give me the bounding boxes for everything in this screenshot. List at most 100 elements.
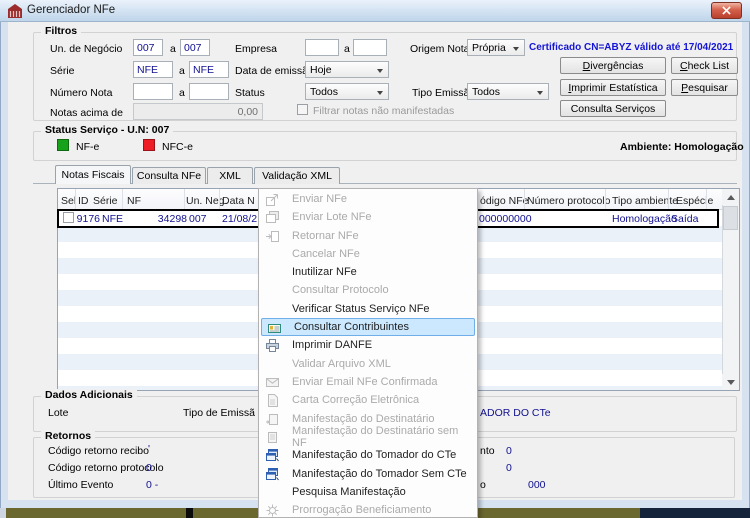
cell-un-neg: 007: [189, 213, 207, 225]
menu-item-label: Manifestação do Tomador do CTe: [292, 449, 457, 461]
numero-nota-sep: a: [179, 87, 185, 99]
email-icon: [265, 375, 280, 390]
gear-icon: [265, 503, 280, 517]
menu-item-manifestacao-destinatario-sem-nf[interactable]: Manifestação do Destinatário sem NF: [260, 425, 476, 449]
menu-item-carta-correcao-eletronica[interactable]: Carta Correção Eletrônica: [260, 391, 476, 409]
tab-notas-fiscais[interactable]: Notas Fiscais: [55, 165, 131, 184]
menu-item-verificar-status-servico-nfe[interactable]: Verificar Status Serviço NFe: [260, 300, 476, 318]
menu-item-label: Consultar Contribuintes: [294, 321, 409, 333]
menu-item-label: Enviar Email NFe Confirmada: [292, 376, 438, 388]
tipo-emissao-value-fragment: ADOR DO CTe: [480, 407, 551, 419]
retornos-right-value-1: 0: [506, 445, 512, 457]
column-separator: [524, 189, 525, 209]
serie-from-input[interactable]: NFE: [133, 61, 173, 78]
empresa-to-input[interactable]: [353, 39, 387, 56]
dados-adicionais-title: Dados Adicionais: [41, 389, 137, 401]
tab-notas-fiscais-label: Notas Fiscais: [61, 169, 125, 181]
cell-serie: NFE: [102, 213, 123, 225]
col-header-codigo-nfe[interactable]: ódigo NFe: [480, 195, 528, 207]
filtrar-notas-checkbox[interactable]: [297, 104, 308, 115]
menu-item-enviar-nfe[interactable]: Enviar NFe: [260, 190, 476, 208]
codigo-retorno-recibo-value: ': [148, 443, 151, 455]
nfe-status-label: NF-e: [76, 141, 100, 153]
menu-item-retornar-nfe[interactable]: Retornar NFe: [260, 227, 476, 245]
contribuintes-card-icon: [267, 321, 282, 336]
menu-item-label: Enviar Lote NFe: [292, 211, 372, 223]
menu-item-validar-arquivo-xml[interactable]: Validar Arquivo XML: [260, 355, 476, 373]
pesquisar-button[interactable]: Pesquisar: [671, 79, 738, 96]
empresa-from-input[interactable]: [305, 39, 339, 56]
menu-item-label: Prorrogação Beneficiamento: [292, 504, 432, 516]
column-separator: [706, 189, 707, 209]
ambiente-label: Ambiente: Homologação: [620, 141, 744, 153]
menu-item-consultar-protocolo[interactable]: Consultar Protocolo: [260, 281, 476, 299]
cell-nf: 34298: [157, 213, 187, 225]
menu-item-pesquisa-manifestacao[interactable]: Pesquisa Manifestação: [260, 483, 476, 501]
col-header-serie[interactable]: Série: [93, 195, 118, 207]
bottom-strip-olive-left: [6, 508, 186, 518]
menu-item-cancelar-nfe[interactable]: Cancelar NFe: [260, 245, 476, 263]
column-separator: [668, 189, 669, 209]
filtros-title: Filtros: [41, 25, 82, 37]
context-menu: Enviar NFe Enviar Lote NFe Retornar NFe …: [258, 188, 478, 518]
numero-nota-from-input[interactable]: [133, 83, 173, 100]
menu-item-label: Pesquisa Manifestação: [292, 486, 406, 498]
menu-item-label: Retornar NFe: [292, 230, 359, 242]
scroll-down-button[interactable]: [722, 374, 739, 390]
imprimir-estatistica-button[interactable]: Imprimir Estatística: [560, 79, 666, 96]
col-header-sel[interactable]: Sel: [61, 195, 76, 207]
status-label: Status: [235, 87, 265, 99]
col-header-id[interactable]: ID: [78, 195, 89, 207]
col-header-especie[interactable]: Espécie: [676, 195, 713, 207]
status-value: Todos: [310, 85, 339, 98]
check-list-button[interactable]: Check List: [671, 57, 738, 74]
close-button[interactable]: [711, 2, 742, 19]
un-negocio-from-input[interactable]: 007: [133, 39, 163, 56]
status-select[interactable]: Todos: [305, 83, 389, 100]
tab-validacao-xml-label: Validação XML: [262, 170, 332, 182]
un-negocio-label: Un. de Negócio: [50, 43, 123, 55]
numero-nota-to-input[interactable]: [189, 83, 229, 100]
send-nfe-icon: [265, 192, 280, 207]
menu-item-manifestacao-tomador-sem-cte[interactable]: Manifestação do Tomador Sem CTe: [260, 465, 476, 483]
menu-item-label: Verificar Status Serviço NFe: [292, 303, 430, 315]
notas-acima-label: Notas acima de: [50, 107, 123, 119]
scroll-up-button[interactable]: [722, 189, 739, 205]
tab-consulta-nfe[interactable]: Consulta NFe: [132, 167, 206, 184]
empresa-label: Empresa: [235, 43, 278, 55]
menu-item-imprimir-danfe[interactable]: Imprimir DANFE: [260, 336, 476, 354]
menu-item-label: Imprimir DANFE: [292, 339, 373, 351]
col-header-numero-protocolo[interactable]: Número protocolo: [527, 195, 610, 207]
send-lote-icon: [265, 210, 280, 225]
titlebar: Gerenciador NFe: [0, 0, 750, 22]
origem-nota-select[interactable]: Própria: [467, 39, 525, 56]
tab-validacao-xml[interactable]: Validação XML: [254, 167, 340, 184]
divergencias-button[interactable]: Divergências: [560, 57, 666, 74]
consulta-servicos-button[interactable]: Consulta Serviços: [560, 100, 666, 117]
arrow-up-icon: [726, 194, 735, 200]
menu-item-label: Carta Correção Eletrônica: [292, 394, 420, 406]
menu-item-enviar-email-nfe-confirmada[interactable]: Enviar Email NFe Confirmada: [260, 373, 476, 391]
menu-item-enviar-lote-nfe[interactable]: Enviar Lote NFe: [260, 208, 476, 226]
tipo-emissao-select[interactable]: Todos: [467, 83, 549, 100]
column-separator: [75, 189, 76, 209]
tipo-emissao-dados-label: Tipo de Emissã: [183, 407, 255, 419]
codigo-retorno-protocolo-value: 0: [146, 462, 152, 474]
un-negocio-to-input[interactable]: 007: [180, 39, 210, 56]
close-icon: [722, 6, 731, 15]
imprimir-estatistica-label: Imprimir Estatística: [568, 81, 658, 94]
serie-to-input[interactable]: NFE: [189, 61, 229, 78]
col-header-nf[interactable]: NF: [127, 195, 141, 207]
tab-xml[interactable]: XML: [207, 167, 253, 184]
data-emissao-select[interactable]: Hoje: [305, 61, 389, 78]
col-header-data[interactable]: Data N: [222, 195, 255, 207]
chevron-down-icon: [537, 91, 543, 95]
menu-item-manifestacao-tomador-do-cte[interactable]: Manifestação do Tomador do CTe: [260, 446, 476, 464]
codigo-retorno-recibo-label: Código retorno recibo: [48, 445, 149, 457]
menu-item-inutilizar-nfe[interactable]: Inutilizar NFe: [260, 263, 476, 281]
tab-xml-label: XML: [219, 170, 241, 182]
menu-item-consultar-contribuintes[interactable]: Consultar Contribuintes: [261, 318, 475, 336]
chevron-down-icon: [377, 91, 383, 95]
menu-item-prorrogacao-beneficiamento[interactable]: Prorrogação Beneficiamento: [260, 501, 476, 517]
scrollbar-thumb[interactable]: [723, 206, 738, 230]
